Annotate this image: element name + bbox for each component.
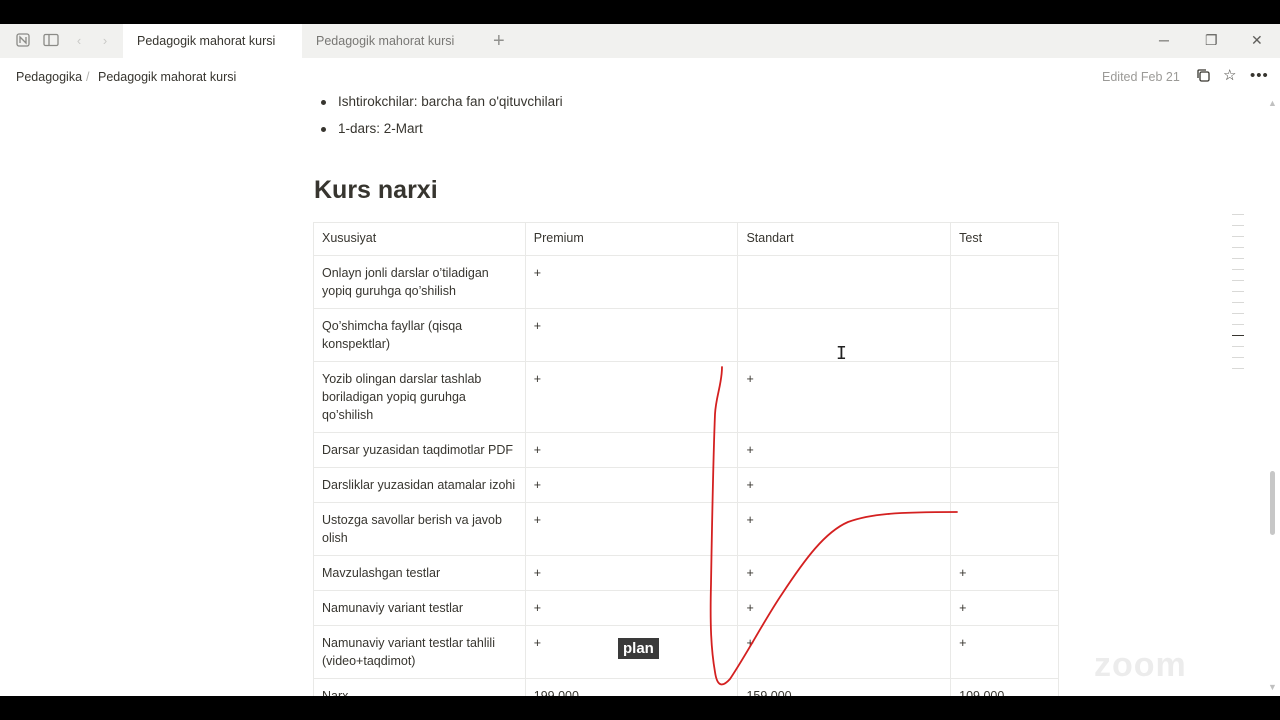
table-cell[interactable]: + xyxy=(737,625,952,679)
price-cell[interactable]: 159 000 xyxy=(737,678,952,696)
table-cell[interactable]: Onlayn jonli darslar o’tiladigan yopiq g… xyxy=(313,255,526,309)
table-cell[interactable]: Qo’shimcha fayllar (qisqa konspektlar) xyxy=(313,308,526,362)
table-cell[interactable]: + xyxy=(950,625,1059,679)
column-header[interactable]: Xususiyat xyxy=(313,222,526,256)
table-cell[interactable]: + xyxy=(524,255,739,309)
page-header: Pedagogika / Pedagogik mahorat kursi Edi… xyxy=(0,58,1280,96)
notion-logo-icon xyxy=(15,33,31,49)
table-cell[interactable] xyxy=(950,308,1059,362)
new-tab-plus-icon[interactable]: + xyxy=(493,31,505,51)
scrollbar-thumb[interactable] xyxy=(1270,471,1275,535)
table-row-price: Narx 199 000 159 000 109 000 xyxy=(313,678,1059,696)
close-icon[interactable]: ✕ xyxy=(1251,32,1263,48)
column-header[interactable]: Test xyxy=(950,222,1059,256)
table-cell[interactable] xyxy=(950,255,1059,309)
table-row: Namunaviy variant testlar tahlili (video… xyxy=(313,625,1059,679)
table-cell[interactable]: Ustozga savollar berish va javob olish xyxy=(313,502,526,556)
table-header-row: Xususiyat Premium Standart Test xyxy=(313,222,1059,256)
table-cell[interactable]: + xyxy=(524,502,739,556)
table-cell[interactable] xyxy=(950,361,1059,433)
scroll-up-arrow-icon[interactable]: ▲ xyxy=(1268,98,1277,108)
table-cell[interactable]: + xyxy=(524,432,739,468)
list-item-text: Ishtirokchilar: barcha fan o'qituvchilar… xyxy=(338,94,563,109)
table-cell[interactable]: + xyxy=(737,502,952,556)
table-cell[interactable]: Narx xyxy=(313,678,526,696)
sidebar-toggle-icon[interactable] xyxy=(43,33,59,49)
notion-window: ‹ › Pedagogik mahorat kursi Pedagogik ma… xyxy=(0,24,1280,696)
minimize-icon[interactable]: ─ xyxy=(1159,32,1169,48)
table-cell[interactable]: Mavzulashgan testlar xyxy=(313,555,526,591)
table-cell[interactable] xyxy=(737,255,952,309)
table-cell[interactable]: + xyxy=(950,590,1059,626)
table-cell[interactable]: + xyxy=(737,361,952,433)
forward-arrow-icon[interactable]: › xyxy=(97,33,113,49)
column-header[interactable]: Premium xyxy=(524,222,739,256)
table-cell[interactable]: + xyxy=(524,467,739,503)
tab-label: Pedagogik mahorat kursi xyxy=(316,34,455,48)
table-cell[interactable]: + xyxy=(737,555,952,591)
breadcrumb-current[interactable]: Pedagogik mahorat kursi xyxy=(98,70,236,84)
table-row: Ustozga savollar berish va javob olish +… xyxy=(313,502,1059,556)
table-row: Darsar yuzasidan taqdimotlar PDF + + xyxy=(313,432,1059,468)
table-cell[interactable]: Yozib olingan darslar tashlab boriladiga… xyxy=(313,361,526,433)
table-cell[interactable]: Darsliklar yuzasidan atamalar izohi xyxy=(313,467,526,503)
table-cell[interactable]: Namunaviy variant testlar tahlili (video… xyxy=(313,625,526,679)
edited-timestamp: Edited Feb 21 xyxy=(1102,70,1180,84)
table-row: Onlayn jonli darslar o’tiladigan yopiq g… xyxy=(313,255,1059,309)
restore-icon[interactable]: ❐ xyxy=(1205,32,1218,48)
column-header[interactable]: Standart xyxy=(737,222,952,256)
scroll-down-arrow-icon[interactable]: ▼ xyxy=(1268,682,1277,692)
table-cell[interactable] xyxy=(950,432,1059,468)
table-cell[interactable]: + xyxy=(737,467,952,503)
tab-inactive[interactable]: Pedagogik mahorat kursi xyxy=(302,24,482,58)
zoom-watermark: zoom xyxy=(1094,646,1187,684)
table-cell[interactable]: + xyxy=(737,590,952,626)
table-row: Darsliklar yuzasidan atamalar izohi + + xyxy=(313,467,1059,503)
video-letterbox-bottom xyxy=(0,696,1280,720)
table-cell[interactable]: + xyxy=(524,555,739,591)
table-row: Namunaviy variant testlar + + + xyxy=(313,590,1059,626)
table-cell[interactable] xyxy=(950,502,1059,556)
star-icon[interactable]: ☆ xyxy=(1223,68,1236,84)
more-icon[interactable]: ••• xyxy=(1250,68,1269,84)
tab-bar: ‹ › Pedagogik mahorat kursi Pedagogik ma… xyxy=(0,24,1280,58)
price-cell[interactable]: 199 000 xyxy=(524,678,739,696)
section-heading: Kurs narxi xyxy=(314,176,438,204)
table-row: Mavzulashgan testlar + + + xyxy=(313,555,1059,591)
table-cell[interactable]: Namunaviy variant testlar xyxy=(313,590,526,626)
video-letterbox-top xyxy=(0,0,1280,24)
text-cursor-icon: I xyxy=(836,343,847,364)
back-arrow-icon[interactable]: ‹ xyxy=(71,33,87,49)
table-cell[interactable]: + xyxy=(737,432,952,468)
page-outline-markers[interactable] xyxy=(1232,214,1246,394)
table-cell[interactable]: Darsar yuzasidan taqdimotlar PDF xyxy=(313,432,526,468)
breadcrumb-parent[interactable]: Pedagogika xyxy=(16,70,82,84)
table-row: Qo’shimcha fayllar (qisqa konspektlar) + xyxy=(313,308,1059,362)
copy-icon[interactable] xyxy=(1196,68,1211,87)
table-cell[interactable]: + xyxy=(524,361,739,433)
list-item-text: 1-dars: 2-Mart xyxy=(338,121,423,136)
tab-active[interactable]: Pedagogik mahorat kursi xyxy=(123,24,302,58)
table-cell[interactable]: + xyxy=(524,590,739,626)
table-cell[interactable]: + xyxy=(524,308,739,362)
tab-label: Pedagogik mahorat kursi xyxy=(137,34,276,48)
table-row: Yozib olingan darslar tashlab boriladiga… xyxy=(313,361,1059,433)
pricing-table: Xususiyat Premium Standart Test Onlayn j… xyxy=(313,222,1059,696)
table-cell[interactable]: + xyxy=(950,555,1059,591)
price-cell[interactable]: 109 000 xyxy=(950,678,1059,696)
breadcrumb-separator: / xyxy=(86,70,90,84)
annotation-label: plan xyxy=(618,638,659,659)
table-cell[interactable] xyxy=(950,467,1059,503)
